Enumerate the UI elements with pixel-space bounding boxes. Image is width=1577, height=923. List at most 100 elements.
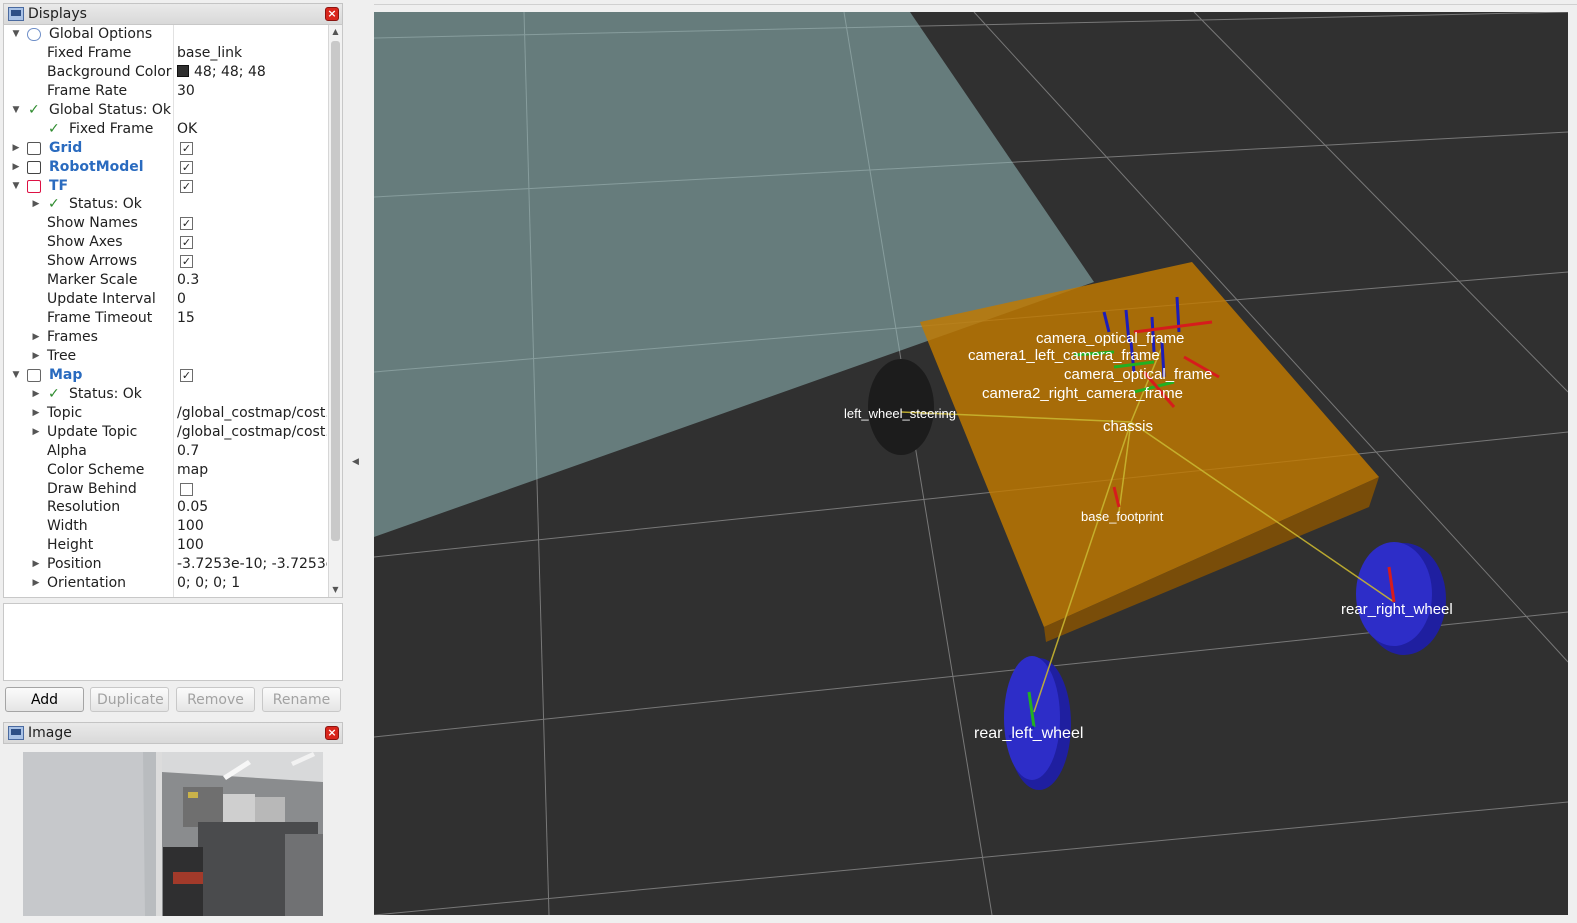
tree-row[interactable]: Background Color 48; 48; 48: [4, 63, 342, 82]
collapse-left-icon[interactable]: ◀: [352, 457, 359, 467]
tree-row-value[interactable]: 0: [177, 290, 327, 309]
gear-icon: [27, 28, 41, 41]
tree-row-value[interactable]: 0.7: [177, 442, 327, 461]
expand-down-icon[interactable]: ▼: [10, 177, 22, 196]
tree-row[interactable]: ▶ ✓ Status: Ok: [4, 385, 342, 404]
tree-row[interactable]: Fixed Frame base_link: [4, 44, 342, 63]
tf-label-rear-right: rear_right_wheel: [1341, 601, 1453, 618]
scroll-down-icon[interactable]: ▼: [329, 583, 342, 597]
tree-row[interactable]: ▼ TF ✓: [4, 177, 342, 196]
tree-row-value[interactable]: 100: [177, 517, 327, 536]
tree-row-label: Background Color: [47, 63, 172, 80]
tree-row[interactable]: Show Arrows ✓: [4, 252, 342, 271]
checkbox[interactable]: ✓: [180, 217, 193, 231]
tree-row[interactable]: ▶ Frames: [4, 328, 342, 347]
tree-row-value[interactable]: /global_costmap/cost...: [177, 404, 327, 423]
tree-row-value[interactable]: -3.7253e-10; -3.7253e...: [177, 555, 327, 574]
tree-row[interactable]: Width 100: [4, 517, 342, 536]
color-swatch[interactable]: [177, 64, 189, 77]
tree-row-value[interactable]: map: [177, 461, 327, 480]
checkbox[interactable]: ✓: [180, 368, 193, 382]
tree-row[interactable]: ▶ Orientation 0; 0; 0; 1: [4, 574, 342, 593]
tree-row[interactable]: Color Scheme map: [4, 461, 342, 480]
tree-row-label: TF: [49, 177, 69, 194]
tree-row[interactable]: ▶ Position -3.7253e-10; -3.7253e...: [4, 555, 342, 574]
tree-row[interactable]: ▼ ✓ Global Status: Ok: [4, 101, 342, 120]
tree-row[interactable]: ▶ ✓ Status: Ok: [4, 195, 342, 214]
expand-down-icon[interactable]: ▼: [10, 25, 22, 44]
expand-right-icon[interactable]: ▶: [10, 158, 22, 177]
tree-row-label: Alpha: [47, 442, 87, 459]
expand-down-icon[interactable]: ▼: [10, 366, 22, 385]
checkbox[interactable]: [180, 482, 193, 496]
expand-down-icon[interactable]: ▼: [10, 101, 22, 120]
tree-scrollbar[interactable]: ▲ ▼: [328, 25, 342, 597]
tree-row-label: Frame Rate: [47, 82, 128, 99]
expand-right-icon[interactable]: ▶: [30, 328, 42, 347]
tree-row-value[interactable]: OK: [177, 120, 327, 139]
scroll-thumb[interactable]: [331, 41, 340, 541]
tree-row[interactable]: Resolution 0.05: [4, 498, 342, 517]
tree-row[interactable]: ▶ RobotModel ✓: [4, 158, 342, 177]
tree-row[interactable]: ▼ Map ✓: [4, 366, 342, 385]
tree-row-value[interactable]: 0.3: [177, 271, 327, 290]
close-icon[interactable]: ×: [325, 726, 339, 740]
tree-row[interactable]: Frame Rate 30: [4, 82, 342, 101]
tree-row-label: Show Names: [47, 215, 138, 232]
tf-label-left-wheel: left_wheel_steering: [844, 406, 956, 421]
tree-row[interactable]: ▶ Tree: [4, 347, 342, 366]
tree-row-value[interactable]: 0.05: [177, 498, 327, 517]
close-icon[interactable]: ×: [325, 7, 339, 21]
tree-row-label: Show Arrows: [47, 253, 138, 270]
tree-row-label: Orientation: [47, 575, 127, 592]
tree-row[interactable]: Draw Behind: [4, 480, 342, 499]
checkbox[interactable]: ✓: [180, 179, 193, 193]
expand-right-icon[interactable]: ▶: [30, 574, 42, 593]
tree-row-value[interactable]: base_link: [177, 44, 327, 63]
image-panel-titlebar[interactable]: Image ×: [3, 722, 343, 744]
tree-row-value[interactable]: /global_costmap/cost...: [177, 423, 327, 442]
image-panel-title: Image: [28, 725, 72, 741]
checkbox[interactable]: ✓: [180, 255, 193, 269]
tree-row[interactable]: Frame Timeout 15: [4, 309, 342, 328]
checkbox[interactable]: ✓: [180, 141, 193, 155]
tree-row-label: Grid: [49, 139, 83, 156]
tree-row[interactable]: Marker Scale 0.3: [4, 271, 342, 290]
tf-label-rear-left: rear_left_wheel: [974, 725, 1083, 742]
expand-right-icon[interactable]: ▶: [10, 139, 22, 158]
camera-image: [23, 752, 323, 916]
tree-row[interactable]: Show Names ✓: [4, 214, 342, 233]
scroll-up-icon[interactable]: ▲: [329, 25, 342, 39]
displays-tree[interactable]: ▼ Global Options Fixed Frame base_link Backg…: [3, 24, 343, 598]
tree-row-value[interactable]: 48; 48; 48: [177, 63, 327, 82]
remove-button[interactable]: Remove: [176, 687, 255, 712]
3d-viewport[interactable]: left_wheel_steering chassis base_footpri…: [374, 12, 1568, 915]
tree-row[interactable]: ▶ Update Topic/global_costmap/cost...: [4, 423, 342, 442]
checkbox[interactable]: ✓: [180, 160, 193, 174]
rename-button[interactable]: Rename: [262, 687, 341, 712]
tree-row-value[interactable]: 100: [177, 536, 327, 555]
add-button[interactable]: Add: [5, 687, 84, 712]
tree-row-value[interactable]: 15: [177, 309, 327, 328]
expand-right-icon[interactable]: ▶: [30, 195, 42, 214]
tree-row-label: Update Interval: [47, 291, 156, 308]
expand-right-icon[interactable]: ▶: [30, 555, 42, 574]
tree-row-label: Fixed Frame: [69, 120, 154, 137]
tree-row-value[interactable]: 30: [177, 82, 327, 101]
expand-right-icon[interactable]: ▶: [30, 385, 42, 404]
tree-row[interactable]: ✓ Fixed Frame OK: [4, 120, 342, 139]
checkbox[interactable]: ✓: [180, 236, 193, 250]
tree-row[interactable]: ▶ Topic/global_costmap/cost...: [4, 404, 342, 423]
displays-panel-titlebar[interactable]: Displays ×: [3, 3, 343, 25]
tree-row[interactable]: Update Interval 0: [4, 290, 342, 309]
expand-right-icon[interactable]: ▶: [30, 423, 42, 442]
expand-right-icon[interactable]: ▶: [30, 347, 42, 366]
tree-row[interactable]: Alpha 0.7: [4, 442, 342, 461]
tree-row-value[interactable]: 0; 0; 0; 1: [177, 574, 327, 593]
tree-row[interactable]: ▼ Global Options: [4, 25, 342, 44]
expand-right-icon[interactable]: ▶: [30, 404, 42, 423]
duplicate-button[interactable]: Duplicate: [90, 687, 169, 712]
tree-row[interactable]: Show Axes ✓: [4, 233, 342, 252]
tree-row[interactable]: Height 100: [4, 536, 342, 555]
tree-row[interactable]: ▶ Grid ✓: [4, 139, 342, 158]
